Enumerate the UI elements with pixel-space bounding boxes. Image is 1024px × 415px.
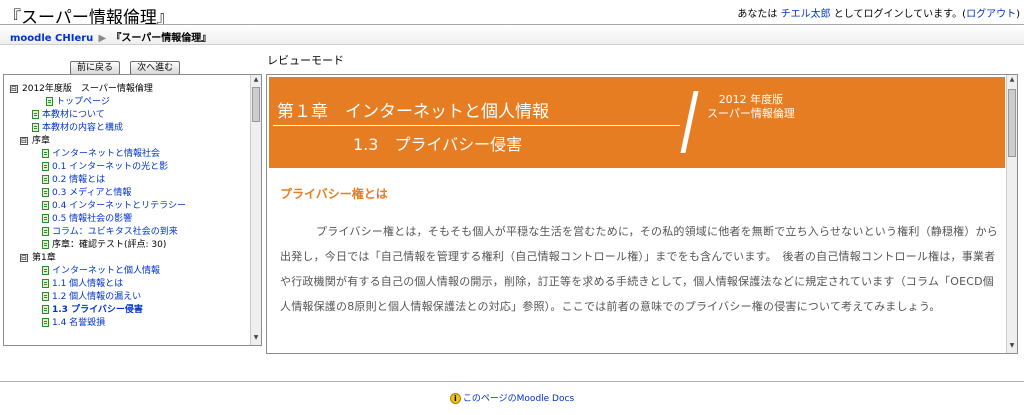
chapter-title: 第１章 インターネットと個人情報 xyxy=(277,102,549,122)
user-name-link[interactable]: チエル太郎 xyxy=(781,9,831,20)
page-icon xyxy=(42,266,49,275)
scroll-up-icon[interactable]: ▲ xyxy=(252,76,260,86)
toc-item-chapter[interactable]: ⊟ 第1章 xyxy=(20,252,56,265)
toc-item-link[interactable]: インターネットと個人情報 xyxy=(52,266,160,276)
toc-item-course[interactable]: ⊟ 2012年度版 スーパー情報倫理 xyxy=(10,83,153,96)
toc-item-link[interactable]: 0.4 インターネットとリテラシー xyxy=(52,201,186,211)
toc-item[interactable]: 序章：確認テスト(評点: 30) xyxy=(42,239,166,252)
scroll-thumb[interactable] xyxy=(1008,89,1016,157)
page-icon xyxy=(42,201,49,210)
breadcrumb-current: 『スーパー情報倫理』 xyxy=(111,33,212,44)
footer-divider xyxy=(0,381,1024,382)
section-heading: プライバシー権とは xyxy=(280,187,388,201)
toc-item-link[interactable]: 1.4 名誉毀損 xyxy=(52,318,105,328)
toc-item[interactable]: インターネットと情報社会 xyxy=(42,148,160,161)
toc-item[interactable]: インターネットと個人情報 xyxy=(42,265,160,278)
toc-item-link[interactable]: インターネットと情報社会 xyxy=(52,149,160,159)
info-icon: i xyxy=(449,393,461,404)
edition-name: スーパー情報倫理 xyxy=(707,107,795,120)
collapse-icon[interactable]: ⊟ xyxy=(10,84,18,93)
toc-item[interactable]: 0.5 情報社会の影響 xyxy=(42,213,132,226)
toc-item-link[interactable]: 本教材について xyxy=(42,110,105,120)
body-paragraph: プライバシー権とは，そもそも個人が平穏な生活を営むために，その私的領域に他者を無… xyxy=(280,225,998,313)
toc-item-link[interactable]: 0.1 インターネットの光と影 xyxy=(52,162,168,172)
page-icon xyxy=(42,305,49,314)
toc-item-label: 序章 xyxy=(32,136,51,146)
toc-item-link[interactable]: 1.3 プライバシー侵害 xyxy=(52,305,143,315)
toc-item[interactable]: トップページ xyxy=(46,96,110,109)
login-info: あなたは チエル太郎 としてログインしています。(ログアウト) xyxy=(737,5,1020,20)
toc-item[interactable]: 1.2 個人情報の漏えい xyxy=(42,291,141,304)
page-icon xyxy=(42,188,49,197)
login-suffix: としてログインしています。( xyxy=(833,9,967,20)
toc-item[interactable]: コラム：ユビキタス社会の到来 xyxy=(42,226,178,239)
toc-item-chapter[interactable]: ⊟ 序章 xyxy=(20,135,50,148)
toc-item[interactable]: 0.3 メディアと情報 xyxy=(42,187,131,200)
edition-year: 2012 年度版 xyxy=(718,93,784,106)
moodle-docs-link[interactable]: このページのMoodle Docs xyxy=(463,394,574,404)
toc-scrollbar[interactable]: ▲ ▼ xyxy=(250,75,261,345)
toc-item-label: 序章：確認テスト(評点: 30) xyxy=(52,240,167,250)
footer: i このページのMoodle Docs xyxy=(0,391,1024,404)
review-mode-label: レビューモード xyxy=(267,54,344,67)
scroll-down-icon[interactable]: ▼ xyxy=(252,334,260,344)
toc-item-link[interactable]: 0.3 メディアと情報 xyxy=(52,188,131,198)
page-icon xyxy=(42,318,49,327)
toc-item-link[interactable]: 本教材の内容と構成 xyxy=(42,123,123,133)
toc-item-current[interactable]: 1.3 プライバシー侵害 xyxy=(42,304,143,317)
login-close: ) xyxy=(1016,9,1020,20)
collapse-icon[interactable]: ⊟ xyxy=(20,136,28,145)
toc-item-label: 第1章 xyxy=(32,253,56,263)
scroll-thumb[interactable] xyxy=(252,87,260,122)
page-icon xyxy=(42,214,49,223)
banner-divider xyxy=(273,125,680,126)
toc-item-link[interactable]: 0.2 情報とは xyxy=(52,175,105,185)
next-button[interactable]: 次へ進む xyxy=(130,61,181,75)
nav-buttons: 前に戻る 次へ進む xyxy=(70,55,185,75)
toc-item-label: 2012年度版 スーパー情報倫理 xyxy=(22,84,153,94)
toc-item-link[interactable]: 1.2 個人情報の漏えい xyxy=(52,292,141,302)
page-icon xyxy=(42,227,49,236)
collapse-icon[interactable]: ⊟ xyxy=(20,253,28,262)
page-icon xyxy=(42,162,49,171)
page-icon xyxy=(42,149,49,158)
page-icon xyxy=(42,279,49,288)
toc-item[interactable]: 本教材の内容と構成 xyxy=(32,122,123,135)
logout-link[interactable]: ログアウト xyxy=(966,9,1016,20)
page-icon xyxy=(42,292,49,301)
toc-item[interactable]: 1.1 個人情報とは xyxy=(42,278,123,291)
table-of-contents: ⊟ 2012年度版 スーパー情報倫理 トップページ 本教材について 本教材の内容と… xyxy=(3,74,262,346)
page-icon xyxy=(42,175,49,184)
chapter-banner: 第１章 インターネットと個人情報 1.3 プライバシー侵害 2012 年度版 ス… xyxy=(269,77,1005,168)
content-scrollbar[interactable]: ▲ ▼ xyxy=(1006,75,1017,353)
toc-item[interactable]: 1.4 名誉毀損 xyxy=(42,317,105,330)
toc-item-link[interactable]: 0.5 情報社会の影響 xyxy=(52,214,132,224)
content-frame: 第１章 インターネットと個人情報 1.3 プライバシー侵害 2012 年度版 ス… xyxy=(266,74,1018,354)
toc-item-link[interactable]: コラム：ユビキタス社会の到来 xyxy=(52,227,178,237)
page-icon xyxy=(32,110,39,119)
toc-item[interactable]: 本教材について xyxy=(32,109,105,122)
toc-item[interactable]: 0.4 インターネットとリテラシー xyxy=(42,200,186,213)
page-icon xyxy=(42,240,49,249)
breadcrumb: moodle CHIeru ▶ 『スーパー情報倫理』 xyxy=(10,29,211,44)
scroll-up-icon[interactable]: ▲ xyxy=(1008,76,1016,86)
toc-item-link[interactable]: 1.1 個人情報とは xyxy=(52,279,123,289)
prev-button[interactable]: 前に戻る xyxy=(70,61,121,75)
page-icon xyxy=(46,97,53,106)
breadcrumb-home-link[interactable]: moodle CHIeru xyxy=(10,33,93,44)
navbar: moodle CHIeru ▶ 『スーパー情報倫理』 xyxy=(0,25,1024,45)
toc-item[interactable]: 0.2 情報とは xyxy=(42,174,105,187)
edition-label: 2012 年度版 スーパー情報倫理 xyxy=(707,93,795,121)
login-prefix: あなたは xyxy=(737,9,778,20)
banner-slash xyxy=(680,91,699,153)
toc-item[interactable]: 0.1 インターネットの光と影 xyxy=(42,161,168,174)
toc-item-link[interactable]: トップページ xyxy=(56,97,110,107)
page-icon xyxy=(32,123,39,132)
breadcrumb-separator: ▶ xyxy=(98,33,107,44)
scroll-down-icon[interactable]: ▼ xyxy=(1008,342,1016,352)
section-title: 1.3 プライバシー侵害 xyxy=(353,135,523,154)
